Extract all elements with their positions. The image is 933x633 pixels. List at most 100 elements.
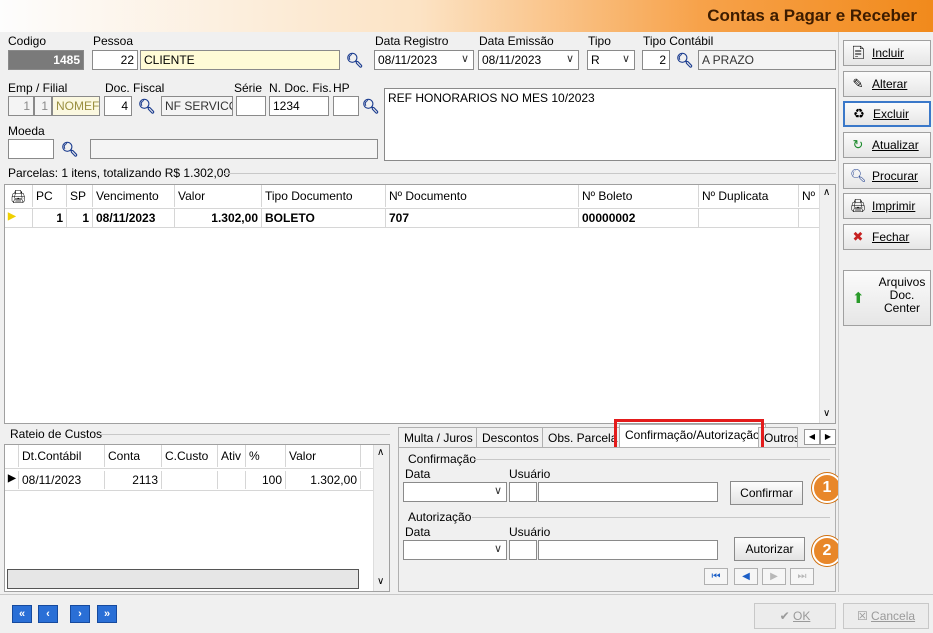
- cell-valor[interactable]: 1.302,00: [286, 471, 361, 489]
- table-row[interactable]: ▶ 1 1 08/11/2023 1.302,00 BOLETO 707 000…: [5, 209, 820, 228]
- cell-n-duplicata[interactable]: [699, 209, 799, 227]
- tipo-contabil-code-field[interactable]: 2: [642, 50, 670, 70]
- tab-obs-parcela[interactable]: Obs. Parcela: [542, 427, 624, 447]
- autorizar-button[interactable]: Autorizar: [734, 537, 805, 561]
- pessoa-name-field[interactable]: CLIENTE: [140, 50, 340, 70]
- pessoa-code-field[interactable]: 22: [92, 50, 138, 70]
- last-page-icon[interactable]: »: [97, 605, 117, 623]
- atualizar-button[interactable]: ↻ Atualizar: [843, 132, 931, 158]
- emp-filial-label: Emp / Filial: [8, 81, 68, 95]
- parcelas-caption: Parcelas: 1 itens, totalizando R$ 1.302,…: [8, 166, 231, 180]
- col-n-duplicata[interactable]: Nº Duplicata: [699, 185, 799, 207]
- ok-button[interactable]: ✔ OK: [754, 603, 836, 629]
- cell-conta[interactable]: 2113: [105, 471, 162, 489]
- confirmacao-data-select[interactable]: ∨: [403, 482, 507, 502]
- fechar-button[interactable]: ✖ Fechar: [843, 224, 931, 250]
- search-binoculars-icon[interactable]: 🔍︎: [346, 52, 364, 69]
- col-valor[interactable]: Valor: [175, 185, 262, 207]
- cell-tipo-documento[interactable]: BOLETO: [262, 209, 386, 227]
- scroll-down-icon[interactable]: ∨: [823, 408, 830, 419]
- serie-field[interactable]: [236, 96, 266, 116]
- hp-field[interactable]: [333, 96, 359, 116]
- imprimir-button[interactable]: 🖨︎ Imprimir: [843, 193, 931, 219]
- cell-n-boleto[interactable]: 00000002: [579, 209, 699, 227]
- historico-textarea[interactable]: REF HONORARIOS NO MES 10/2023: [384, 88, 836, 161]
- moeda-field[interactable]: [8, 139, 54, 159]
- prev-page-icon[interactable]: ‹: [38, 605, 58, 623]
- chevron-down-icon: ∨: [621, 53, 630, 65]
- cell-n-documento[interactable]: 707: [386, 209, 579, 227]
- arquivos-doc-center-button[interactable]: ⬆ Arquivos Doc. Center: [843, 270, 931, 326]
- tab-scroll-right-icon[interactable]: ▶: [820, 429, 836, 445]
- cell-sp[interactable]: 1: [67, 209, 93, 227]
- tab-multa-juros[interactable]: Multa / Juros: [398, 427, 479, 447]
- cell-n[interactable]: [799, 209, 820, 227]
- cell-valor[interactable]: 1.302,00: [175, 209, 262, 227]
- col-tipo-documento[interactable]: Tipo Documento: [262, 185, 386, 207]
- next-record-icon[interactable]: ▶: [762, 568, 786, 585]
- tab-scroll-left-icon[interactable]: ◀: [804, 429, 820, 445]
- codigo-field[interactable]: 1485: [8, 50, 84, 70]
- col-conta[interactable]: Conta: [105, 445, 162, 467]
- scroll-down-icon[interactable]: ∨: [377, 576, 384, 587]
- cancela-button[interactable]: ☒ Cancela: [843, 603, 929, 629]
- autorizacao-usuario-code[interactable]: [509, 540, 537, 560]
- cell-ativ[interactable]: [218, 471, 246, 489]
- scroll-up-icon[interactable]: ∧: [377, 447, 384, 458]
- rateio-footer-bar: [7, 569, 359, 589]
- first-page-icon[interactable]: «: [12, 605, 32, 623]
- procurar-button[interactable]: 🔍︎ Procurar: [843, 163, 931, 189]
- cell-dt-contabil[interactable]: 08/11/2023: [19, 471, 105, 489]
- arquivos-label-line3: Center: [883, 301, 921, 315]
- printer-header-icon[interactable]: 🖨︎: [5, 185, 33, 207]
- confirmacao-usuario-name[interactable]: [538, 482, 718, 502]
- col-n[interactable]: Nº: [799, 185, 820, 207]
- data-emissao-value: 08/11/2023: [482, 53, 542, 67]
- col-sp[interactable]: SP: [67, 185, 93, 207]
- col-n-documento[interactable]: Nº Documento: [386, 185, 579, 207]
- col-pc[interactable]: PC: [33, 185, 67, 207]
- doc-fiscal-code-field[interactable]: 4: [104, 96, 132, 116]
- cell-pc[interactable]: 1: [33, 209, 67, 227]
- search-binoculars-icon[interactable]: 🔍︎: [138, 98, 156, 115]
- edit-pencil-icon: ✎: [852, 76, 864, 91]
- cell-pct[interactable]: 100: [246, 471, 286, 489]
- printer-icon: 🖨︎: [850, 198, 867, 213]
- parcelas-grid[interactable]: 🖨︎ PC SP Vencimento Valor Tipo Documento…: [4, 184, 836, 424]
- rateio-grid[interactable]: Dt.Contábil Conta C.Custo Ativ % Valor ▶…: [4, 444, 390, 592]
- col-c-custo[interactable]: C.Custo: [162, 445, 218, 467]
- table-row[interactable]: ▶ 08/11/2023 2113 100 1.302,00: [5, 471, 373, 491]
- col-pct[interactable]: %: [246, 445, 286, 467]
- data-emissao-select[interactable]: 08/11/2023 ∨: [478, 50, 579, 70]
- next-page-icon[interactable]: ›: [70, 605, 90, 623]
- col-valor[interactable]: Valor: [286, 445, 361, 467]
- incluir-button[interactable]: 📄︎ Incluir: [843, 40, 931, 66]
- prev-record-icon[interactable]: ◀: [734, 568, 758, 585]
- cell-vencimento[interactable]: 08/11/2023: [93, 209, 175, 227]
- parcelas-scrollbar[interactable]: ∧ ∨: [819, 185, 835, 423]
- rateio-scrollbar[interactable]: ∧ ∨: [373, 445, 389, 591]
- ok-label: OK: [793, 609, 811, 623]
- cell-c-custo[interactable]: [162, 471, 218, 489]
- confirmacao-usuario-code[interactable]: [509, 482, 537, 502]
- col-n-boleto[interactable]: Nº Boleto: [579, 185, 699, 207]
- autorizacao-data-select[interactable]: ∨: [403, 540, 507, 560]
- first-record-icon[interactable]: ⏮︎: [704, 568, 728, 585]
- search-binoculars-icon[interactable]: 🔍︎: [61, 141, 79, 158]
- data-registro-select[interactable]: 08/11/2023 ∨: [374, 50, 474, 70]
- col-vencimento[interactable]: Vencimento: [93, 185, 175, 207]
- tab-descontos[interactable]: Descontos: [476, 427, 545, 447]
- alterar-button[interactable]: ✎ Alterar: [843, 71, 931, 97]
- scroll-up-icon[interactable]: ∧: [823, 187, 830, 198]
- search-binoculars-icon[interactable]: 🔍︎: [362, 98, 380, 115]
- tab-outros[interactable]: Outros: [758, 427, 798, 447]
- confirmar-button[interactable]: Confirmar: [730, 481, 803, 505]
- excluir-button[interactable]: ♻︎ Excluir: [843, 101, 931, 127]
- autorizacao-usuario-name[interactable]: [538, 540, 718, 560]
- last-record-icon[interactable]: ⏭︎: [790, 568, 814, 585]
- col-dt-contabil[interactable]: Dt.Contábil: [19, 445, 105, 467]
- n-doc-fis-field[interactable]: 1234: [269, 96, 329, 116]
- col-ativ[interactable]: Ativ: [218, 445, 246, 467]
- tipo-select[interactable]: R ∨: [587, 50, 635, 70]
- search-binoculars-icon[interactable]: 🔍︎: [676, 52, 694, 69]
